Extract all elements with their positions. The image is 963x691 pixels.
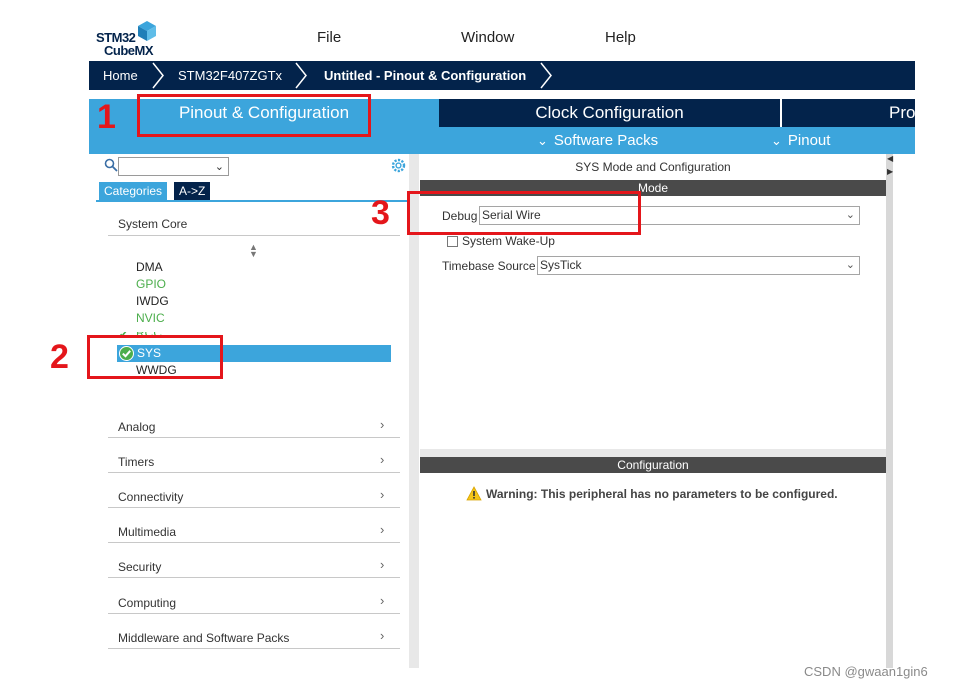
section-divider [108, 577, 400, 578]
tab-divider [780, 99, 782, 127]
search-icon[interactable] [104, 158, 118, 172]
section-system-core[interactable]: System Core [118, 217, 187, 231]
section-divider [108, 542, 400, 543]
section-divider [108, 472, 400, 473]
watermark: CSDN @gwaan1gin6 [804, 664, 928, 679]
chevron-right-icon[interactable]: › [380, 628, 384, 643]
section-divider [108, 235, 400, 236]
chevron-right-icon[interactable]: › [380, 452, 384, 467]
vertical-scrollbar[interactable] [886, 154, 893, 668]
breadcrumb-home[interactable]: Home [103, 61, 138, 90]
chevron-right-icon[interactable]: › [380, 522, 384, 537]
search-input[interactable]: ⌄ [118, 157, 229, 176]
menu-file[interactable]: File [317, 29, 341, 46]
section-divider [108, 648, 400, 649]
peripheral-iwdg[interactable]: IWDG [136, 294, 169, 308]
pinout-label: Pinout [787, 132, 831, 149]
breadcrumb: Home STM32F407ZGTx Untitled - Pinout & C… [89, 61, 915, 90]
timebase-source-select[interactable]: SysTick ⌄ [537, 256, 860, 275]
tab-project-manager[interactable]: Pro [889, 99, 915, 127]
gear-icon[interactable] [390, 157, 407, 174]
chevron-down-icon[interactable]: ⌄ [846, 257, 855, 274]
pinout-menu[interactable]: ⌄ Pinout [771, 127, 830, 154]
section-computing[interactable]: Computing [118, 596, 176, 610]
annotation-box-2 [87, 335, 223, 379]
tab-a-to-z[interactable]: A->Z [174, 182, 211, 200]
peripheral-gpio[interactable]: GPIO [136, 277, 166, 291]
annotation-number-3: 3 [371, 194, 390, 232]
peripheral-nvic[interactable]: NVIC [136, 311, 165, 325]
sort-icon[interactable]: ▲ ▼ [249, 243, 258, 259]
breadcrumb-device[interactable]: STM32F407ZGTx [178, 61, 282, 90]
section-middleware[interactable]: Middleware and Software Packs [118, 631, 289, 645]
timebase-source-label: Timebase Source [442, 259, 536, 273]
configuration-header: Configuration [420, 457, 886, 473]
chevron-down-icon[interactable]: ⌄ [846, 207, 855, 224]
warning-message: Warning: This peripheral has no paramete… [466, 486, 838, 501]
cube-icon [138, 21, 156, 41]
section-divider [108, 507, 400, 508]
logo-text-cubemx: CubeMX [104, 43, 154, 58]
menu-help[interactable]: Help [605, 29, 636, 46]
left-panel [96, 154, 409, 668]
breadcrumb-separator-icon [152, 62, 164, 89]
system-wakeup-checkbox[interactable] [447, 236, 458, 247]
stm32cubemx-logo: STM32 CubeMX [96, 18, 166, 60]
menu-window[interactable]: Window [461, 29, 514, 46]
scroll-left-icon[interactable]: ◀ [887, 154, 893, 163]
system-wakeup-label: System Wake-Up [462, 234, 555, 248]
chevron-down-icon: ⌄ [771, 133, 782, 148]
chevron-right-icon[interactable]: › [380, 593, 384, 608]
panel-splitter-horizontal[interactable] [420, 449, 886, 457]
section-multimedia[interactable]: Multimedia [118, 525, 176, 539]
peripheral-dma[interactable]: DMA [136, 260, 163, 274]
annotation-number-2: 2 [50, 338, 69, 376]
chevron-down-icon[interactable]: ⌄ [215, 160, 224, 173]
section-divider [108, 613, 400, 614]
breadcrumb-separator-icon [295, 62, 307, 89]
section-divider [108, 437, 400, 438]
warning-icon [466, 486, 482, 501]
annotation-box-1 [137, 94, 371, 137]
breadcrumb-separator-icon [540, 62, 552, 89]
section-timers[interactable]: Timers [118, 455, 154, 469]
breadcrumb-project[interactable]: Untitled - Pinout & Configuration [324, 61, 526, 90]
tab-clock-configuration[interactable]: Clock Configuration [439, 99, 780, 127]
chevron-right-icon[interactable]: › [380, 487, 384, 502]
chevron-right-icon[interactable]: › [380, 417, 384, 432]
section-connectivity[interactable]: Connectivity [118, 490, 183, 504]
panel-title: SYS Mode and Configuration [575, 160, 731, 174]
software-packs-menu[interactable]: ⌄ Software Packs [537, 127, 658, 154]
warning-text: Warning: This peripheral has no paramete… [486, 487, 838, 501]
timebase-source-value: SysTick [540, 258, 582, 272]
annotation-box-3 [407, 191, 641, 235]
chevron-right-icon[interactable]: › [380, 557, 384, 572]
software-packs-label: Software Packs [553, 132, 659, 149]
category-tab-underline [96, 200, 409, 202]
tab-categories[interactable]: Categories [99, 182, 168, 200]
annotation-number-1: 1 [97, 98, 116, 136]
section-security[interactable]: Security [118, 560, 161, 574]
scroll-right-icon[interactable]: ▶ [887, 167, 893, 176]
section-analog[interactable]: Analog [118, 420, 155, 434]
chevron-down-icon: ⌄ [537, 133, 548, 148]
